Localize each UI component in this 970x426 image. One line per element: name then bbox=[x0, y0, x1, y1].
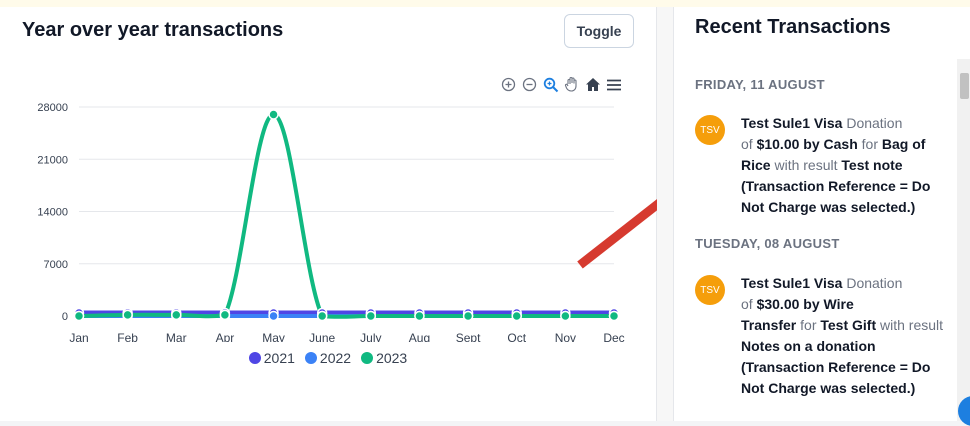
recent-transactions-card: Recent Transactions FRIDAY, 11 AUGUST TS… bbox=[673, 7, 970, 421]
transaction-line: of $30.00 by Wire bbox=[741, 294, 959, 315]
x-tick-label: Oct bbox=[507, 331, 526, 342]
data-point-2023[interactable] bbox=[414, 310, 425, 322]
legend-label: 2021 bbox=[263, 350, 295, 366]
line-chart: 0 7000 14000 21000 28000 Jan Feb Mar Apr May June J… bbox=[37, 102, 624, 342]
legend-marker bbox=[304, 352, 317, 364]
x-tick-label: Nov bbox=[555, 331, 576, 342]
legend-item-2021[interactable]: 2021 bbox=[248, 350, 295, 366]
transaction-line: Rice with result Test note bbox=[741, 155, 959, 176]
transaction-emphasis: (Transaction Reference = Do bbox=[741, 178, 931, 194]
transaction-description: Test Sule1 Visa Donation of $30.00 by Wir… bbox=[741, 273, 959, 399]
y-tick-label: 7000 bbox=[44, 259, 68, 271]
data-point-2023[interactable] bbox=[608, 310, 620, 322]
transaction-emphasis: $30.00 by Wire bbox=[756, 296, 854, 312]
y-tick-label: 14000 bbox=[37, 207, 68, 219]
transaction-text: with result bbox=[770, 157, 842, 173]
transaction-text: Donation bbox=[842, 115, 903, 131]
transaction-line: Not Charge was selected.) bbox=[741, 378, 959, 399]
x-tick-label: Apr bbox=[216, 331, 235, 342]
x-tick-label: Mar bbox=[166, 331, 187, 342]
transaction-text: with result bbox=[876, 317, 944, 333]
transaction-emphasis: Not Charge was selected.) bbox=[741, 199, 916, 215]
data-point-2023[interactable] bbox=[511, 310, 522, 322]
transaction-emphasis: Test Sule1 Visa bbox=[741, 115, 843, 131]
transaction-text: for bbox=[857, 136, 882, 152]
scrollbar-thumb[interactable] bbox=[960, 73, 969, 99]
data-point-2023[interactable] bbox=[171, 309, 182, 321]
data-point-2023[interactable] bbox=[560, 310, 571, 322]
legend-label: 2022 bbox=[319, 350, 352, 366]
transaction-emphasis: (Transaction Reference = Do bbox=[741, 359, 931, 375]
x-tick-label: Sept bbox=[456, 331, 481, 342]
transaction-emphasis: $10.00 by Cash bbox=[756, 136, 858, 152]
date-heading: FRIDAY, 11 AUGUST bbox=[695, 77, 825, 92]
transaction-text: of bbox=[741, 296, 757, 312]
transaction-text: Donation bbox=[842, 275, 903, 291]
transaction-line: of $10.00 by Cash for Bag of bbox=[741, 134, 959, 155]
date-heading: TUESDAY, 08 AUGUST bbox=[695, 236, 840, 251]
transaction-line: Not Charge was selected.) bbox=[741, 197, 959, 218]
toggle-button[interactable]: Toggle bbox=[564, 14, 634, 48]
avatar: TSV bbox=[695, 275, 725, 305]
transaction-emphasis: Notes on a donation bbox=[741, 338, 876, 354]
data-point-2022[interactable] bbox=[268, 310, 279, 322]
transaction-line: Test Sule1 Visa Donation bbox=[741, 273, 959, 294]
series-line-2023 bbox=[77, 112, 616, 319]
legend-label: 2023 bbox=[376, 350, 408, 366]
x-tick-label: Dec bbox=[603, 331, 624, 342]
data-point-2023[interactable] bbox=[462, 310, 474, 322]
data-point-2023[interactable] bbox=[219, 309, 231, 321]
y-tick-label: 21000 bbox=[37, 154, 68, 166]
transaction-line: Notes on a donation bbox=[741, 336, 959, 357]
y-tick-label: 0 bbox=[62, 311, 68, 323]
top-banner-strip bbox=[0, 0, 970, 7]
data-point-2023[interactable] bbox=[365, 310, 377, 322]
x-tick-label: June bbox=[309, 331, 335, 342]
column-gap bbox=[657, 7, 673, 421]
legend-item-2022[interactable]: 2022 bbox=[304, 350, 352, 366]
x-tick-label: Aug bbox=[409, 331, 430, 342]
x-tick-label: May bbox=[262, 331, 285, 342]
data-point-2023[interactable] bbox=[268, 109, 279, 120]
transaction-emphasis: Test note bbox=[841, 157, 903, 173]
chart-card-title: Year over year transactions bbox=[22, 19, 284, 41]
legend-item-2023[interactable]: 2023 bbox=[361, 350, 407, 366]
transaction-emphasis: Transfer bbox=[741, 317, 797, 333]
data-point-2023[interactable] bbox=[73, 310, 85, 322]
transaction-description: Test Sule1 Visa Donation of $10.00 by Cas… bbox=[741, 113, 959, 218]
legend-marker bbox=[248, 352, 261, 364]
x-tick-label: Feb bbox=[117, 331, 138, 342]
transaction-line: Transfer for Test Gift with result bbox=[741, 315, 959, 336]
transaction-line: (Transaction Reference = Do bbox=[741, 176, 959, 197]
x-tick-label: Jan bbox=[69, 331, 88, 342]
data-point-2023[interactable] bbox=[316, 310, 328, 322]
transaction-emphasis: Test Sule1 Visa bbox=[741, 275, 843, 291]
transaction-text: of bbox=[741, 136, 757, 152]
transaction-emphasis: Not Charge was selected.) bbox=[741, 380, 916, 396]
transaction-line: (Transaction Reference = Do bbox=[741, 357, 959, 378]
transaction-text: for bbox=[796, 317, 821, 333]
transaction-emphasis: Rice bbox=[741, 157, 771, 173]
transaction-emphasis: Bag of bbox=[881, 136, 926, 152]
chart-legend: 2021 2022 2023 bbox=[0, 350, 656, 366]
recent-transactions-title: Recent Transactions bbox=[695, 16, 891, 38]
x-tick-label: July bbox=[360, 331, 381, 342]
legend-marker bbox=[361, 352, 374, 364]
transaction-line: Test Sule1 Visa Donation bbox=[741, 113, 959, 134]
year-over-year-card: Year over year transactions Toggle 0 7000… bbox=[0, 7, 657, 421]
y-tick-label: 28000 bbox=[37, 102, 68, 114]
avatar: TSV bbox=[695, 115, 725, 145]
data-point-2023[interactable] bbox=[122, 309, 133, 321]
transaction-emphasis: Test Gift bbox=[820, 317, 877, 333]
